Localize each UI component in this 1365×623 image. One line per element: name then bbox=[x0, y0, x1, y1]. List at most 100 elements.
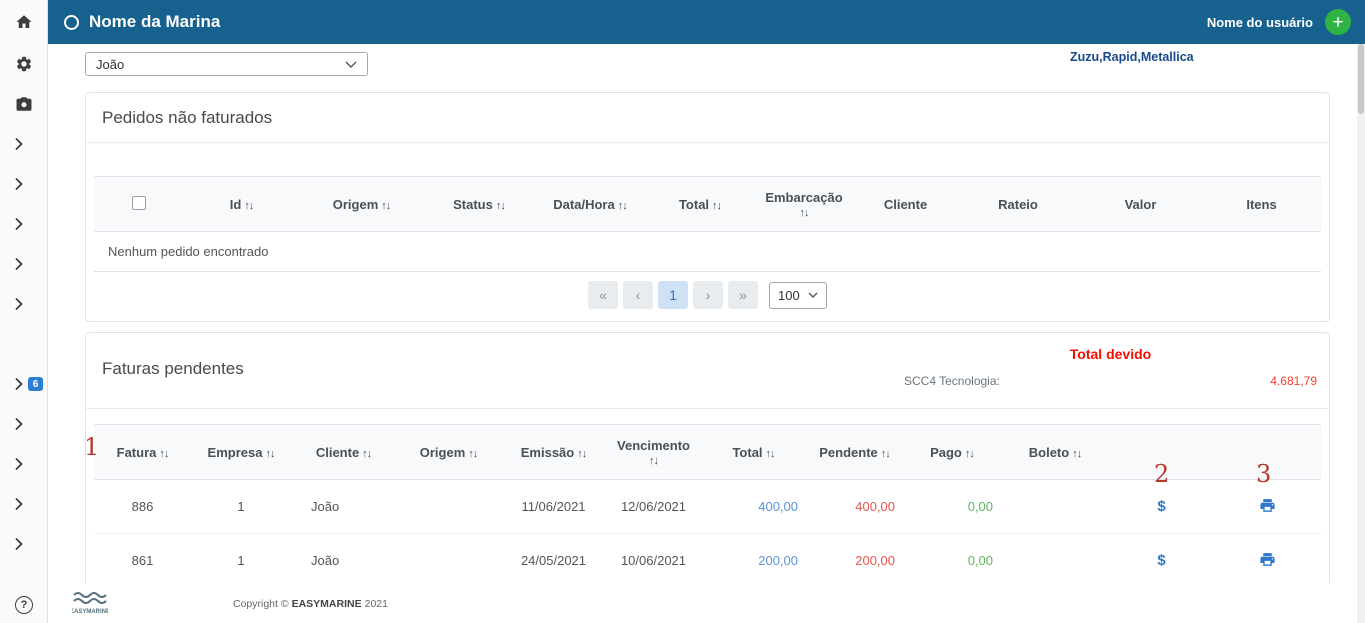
empty-row: Nenhum pedido encontrado bbox=[94, 231, 1321, 272]
column-pago[interactable]: Pago ↑↓ bbox=[903, 424, 1001, 480]
page-size-select[interactable]: 100 bbox=[769, 281, 827, 309]
column-emissao[interactable]: Emissão ↑↓ bbox=[501, 424, 606, 480]
faturas-card: Faturas pendentes Total devido SCC4 Tecn… bbox=[85, 332, 1330, 588]
scrollbar-thumb[interactable] bbox=[1358, 44, 1364, 114]
user-area: Nome do usuário + bbox=[1207, 9, 1351, 35]
client-filter-select[interactable]: João bbox=[85, 52, 368, 76]
sidebar-home-button[interactable] bbox=[0, 0, 47, 44]
annotation-1: 1 bbox=[84, 433, 100, 461]
faturas-body: Fatura ↑↓ Empresa ↑↓ Cliente ↑↓ Origem ↑↓ Em… bbox=[86, 409, 1329, 588]
column-total[interactable]: Total ↑↓ bbox=[701, 424, 806, 480]
topbar: Nome da Marina Nome do usuário + bbox=[48, 0, 1365, 44]
faturas-table: Fatura ↑↓ Empresa ↑↓ Cliente ↑↓ Origem ↑↓ Em… bbox=[94, 424, 1321, 588]
column-origem[interactable]: Origem ↑↓ bbox=[396, 424, 501, 480]
cell-empresa: 1 bbox=[191, 533, 291, 588]
sort-icon: ↑↓ bbox=[880, 447, 891, 460]
column-origem[interactable]: Origem ↑↓ bbox=[299, 176, 424, 232]
column-embarcacao[interactable]: Embarcação ↑↓ bbox=[754, 176, 854, 232]
sidebar-nav-item[interactable] bbox=[0, 164, 47, 204]
sidebar-nav-item[interactable] bbox=[0, 124, 47, 164]
column-fatura[interactable]: Fatura ↑↓ bbox=[94, 424, 191, 480]
faturas-header: Faturas pendentes Total devido SCC4 Tecn… bbox=[86, 333, 1329, 409]
column-total[interactable]: Total ↑↓ bbox=[646, 176, 754, 232]
plus-icon: + bbox=[1332, 11, 1344, 33]
cell-boleto bbox=[1001, 533, 1109, 588]
column-datahora[interactable]: Data/Hora ↑↓ bbox=[534, 176, 646, 232]
scrollbar-track[interactable] bbox=[1357, 44, 1365, 623]
sort-icon: ↑↓ bbox=[712, 199, 722, 212]
question-icon: ? bbox=[20, 599, 28, 611]
total-devido-value: 4.681,79 bbox=[1270, 374, 1317, 388]
cell-fatura: 861 bbox=[94, 533, 191, 588]
chevron-right-icon bbox=[15, 418, 23, 430]
sort-icon: ↑↓ bbox=[1072, 447, 1082, 460]
pagination-prev-button[interactable]: ‹ bbox=[623, 281, 653, 309]
sidebar-nav-item[interactable] bbox=[0, 524, 47, 564]
charge-icon[interactable]: $ bbox=[1157, 498, 1165, 515]
pedidos-title-bar: Pedidos não faturados bbox=[86, 93, 1329, 143]
copyright-year: 2021 bbox=[364, 598, 388, 610]
sort-icon: ↑↓ bbox=[244, 199, 254, 212]
cell-origem bbox=[396, 479, 501, 534]
column-boleto[interactable]: Boleto ↑↓ bbox=[1001, 424, 1109, 480]
sidebar-camera-button[interactable] bbox=[0, 84, 47, 124]
sort-icon: ↑↓ bbox=[964, 447, 975, 460]
pagination-next-button[interactable]: › bbox=[693, 281, 723, 309]
help-button[interactable]: ? bbox=[15, 596, 33, 614]
pedidos-body: Id ↑↓ Origem ↑↓ Status ↑↓ Data/Hora ↑↓ Total… bbox=[86, 143, 1329, 309]
client-filter-value: João bbox=[96, 56, 125, 72]
column-empresa[interactable]: Empresa ↑↓ bbox=[191, 424, 291, 480]
chevron-down-icon bbox=[345, 61, 357, 68]
column-cliente[interactable]: Cliente ↑↓ bbox=[291, 424, 396, 480]
printer-icon[interactable] bbox=[1259, 497, 1276, 514]
annotation-3: 3 bbox=[1256, 460, 1272, 488]
column-valor[interactable]: Valor bbox=[1079, 176, 1202, 232]
column-id[interactable]: Id ↑↓ bbox=[184, 176, 299, 232]
gear-icon bbox=[16, 56, 31, 72]
sidebar-nav-item[interactable] bbox=[0, 284, 47, 324]
column-rateio[interactable]: Rateio bbox=[957, 176, 1079, 232]
column-vencimento[interactable]: Vencimento ↑↓ bbox=[606, 424, 701, 480]
sidebar-nav-item[interactable] bbox=[0, 444, 47, 484]
copyright-prefix: Copyright © bbox=[233, 598, 289, 610]
faturas-header-row: Fatura ↑↓ Empresa ↑↓ Cliente ↑↓ Origem ↑↓ Em… bbox=[94, 424, 1321, 480]
column-itens[interactable]: Itens bbox=[1202, 176, 1321, 232]
cell-cliente: João bbox=[291, 533, 396, 588]
sidebar-nav-item[interactable] bbox=[0, 404, 47, 444]
sidebar-nav-item[interactable] bbox=[0, 204, 47, 244]
camera-icon bbox=[16, 97, 31, 111]
pedidos-card: Pedidos não faturados Id ↑↓ Origem ↑↓ Stat… bbox=[85, 92, 1330, 322]
page: Nome da Marina Nome do usuário + 6 ? Joã… bbox=[0, 0, 1365, 623]
chevron-down-icon bbox=[808, 292, 818, 298]
printer-icon[interactable] bbox=[1259, 551, 1276, 568]
pagination-last-button[interactable]: » bbox=[728, 281, 758, 309]
sidebar-nav-item[interactable] bbox=[0, 244, 47, 284]
sidebar-nav-item[interactable] bbox=[0, 484, 47, 524]
sort-icon: ↑↓ bbox=[362, 447, 372, 460]
annotation-2: 2 bbox=[1154, 460, 1170, 488]
column-pendente[interactable]: Pendente ↑↓ bbox=[806, 424, 903, 480]
pagination-page-1-button[interactable]: 1 bbox=[658, 281, 688, 309]
cell-cliente: João bbox=[291, 479, 396, 534]
easymarine-logo: EASYMARINE bbox=[70, 589, 110, 622]
sort-icon: ↑↓ bbox=[381, 199, 391, 212]
marina-logo-icon bbox=[64, 14, 79, 30]
table-row: 861 1 João 24/05/2021 10/06/2021 200,00 … bbox=[94, 533, 1321, 588]
sort-icon: ↑↓ bbox=[159, 447, 169, 460]
sidebar-nav-item-notifications[interactable]: 6 bbox=[0, 364, 47, 404]
column-cliente[interactable]: Cliente bbox=[854, 176, 957, 232]
boats-list: Zuzu,Rapid,Metallica bbox=[1070, 50, 1194, 64]
pagination-first-button[interactable]: « bbox=[588, 281, 618, 309]
totals-block: Total devido SCC4 Tecnologia: 4.681,79 bbox=[904, 346, 1317, 388]
add-button[interactable]: + bbox=[1325, 9, 1351, 35]
select-all-checkbox[interactable] bbox=[132, 195, 146, 210]
page-size-value: 100 bbox=[778, 287, 800, 303]
cell-emissao: 24/05/2021 bbox=[501, 533, 606, 588]
cell-fatura: 886 bbox=[94, 479, 191, 534]
pedidos-header-row: Id ↑↓ Origem ↑↓ Status ↑↓ Data/Hora ↑↓ Total… bbox=[94, 176, 1321, 232]
column-status[interactable]: Status ↑↓ bbox=[424, 176, 534, 232]
user-name[interactable]: Nome do usuário bbox=[1207, 15, 1313, 30]
charge-icon[interactable]: $ bbox=[1157, 552, 1165, 569]
sidebar-settings-button[interactable] bbox=[0, 44, 47, 84]
